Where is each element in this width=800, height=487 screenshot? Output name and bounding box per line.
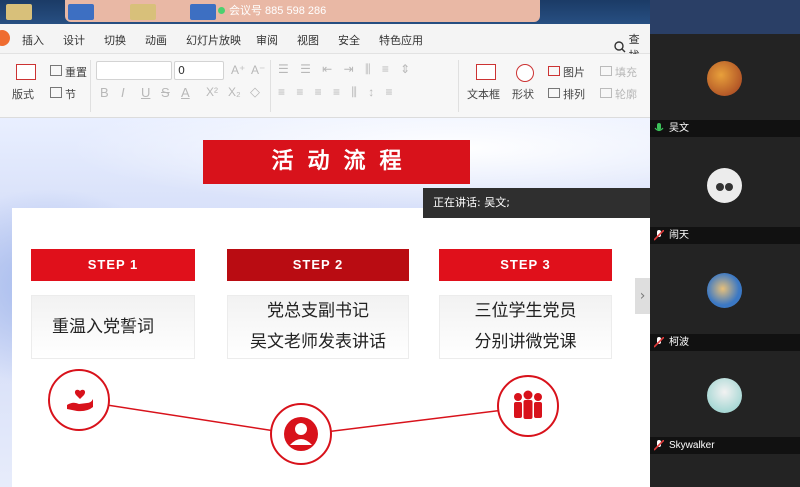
tab-design[interactable]: 设计 [63,32,85,48]
step-1-text: 重温入党誓词 [31,295,195,359]
picture-button[interactable]: 图片 [563,64,585,80]
shrink-font-icon[interactable]: A⁻ [251,63,265,77]
tab-security[interactable]: 安全 [338,32,360,48]
textbox-button[interactable]: 文本框 [467,86,500,102]
mic-muted-icon [654,440,664,451]
step-2-text: 党总支副书记 吴文老师发表讲话 [227,295,409,359]
reset-button[interactable]: 重置 [65,64,87,80]
step-3-text: 三位学生党员 分别讲微党课 [439,295,612,359]
outline-icon [600,88,612,98]
underline-button[interactable]: U [141,85,150,100]
tab-insert[interactable]: 插入 [22,32,44,48]
font-color-button[interactable]: A [181,85,190,100]
panel-header [650,0,800,34]
participant-name: 吴文 [650,120,800,137]
arrange-button[interactable]: 排列 [563,86,585,102]
ribbon-menu: 插入 设计 切换 动画 幻灯片放映 审阅 视图 安全 特色应用 查找 [0,24,650,62]
mic-icon [654,123,664,132]
search-icon [614,41,626,53]
strike-button[interactable]: S [161,85,170,100]
participant-tile[interactable] [650,137,800,227]
reset-icon [50,65,62,76]
app-icon[interactable] [68,4,94,20]
outline-button[interactable]: 轮廓 [615,86,637,102]
step-3-icon-circle [497,375,559,437]
speaking-indicator: 正在讲话: 吴文; [423,188,651,218]
speaker-person-icon [284,417,318,451]
font-size-input[interactable]: 0 [174,61,224,80]
mic-muted-icon [654,337,664,348]
meeting-id: 会议号 885 598 286 [218,2,326,18]
textbox-icon [476,64,496,80]
participant-tile[interactable] [650,34,800,120]
avatar [707,378,742,413]
tab-animation[interactable]: 动画 [145,32,167,48]
status-dot-icon [218,6,225,14]
step-3-label: STEP 3 [439,249,612,281]
folder-icon[interactable] [130,4,156,20]
avatar [707,168,742,203]
participant-name: Skywalker [650,437,800,454]
step-2-icon-circle [270,403,332,465]
ribbon-toolbar: 版式 重置 节 0 A⁺ A⁻ B I U S A X² X₂ ◇ ☰ ☰ ⇤ … [0,54,650,118]
font-name-input[interactable] [96,61,172,80]
step-1-icon-circle [48,369,110,431]
tab-transition[interactable]: 切换 [104,32,126,48]
italic-button[interactable]: I [121,85,125,100]
taskbar: 会议号 885 598 286 [0,0,650,24]
slide-canvas[interactable]: 活动流程 STEP 1 STEP 2 STEP 3 重温入党誓词 党总支副书记 … [0,118,650,487]
shape-button[interactable]: 形状 [512,86,534,102]
participant-name: 柯波 [650,334,800,351]
arrange-icon [548,88,560,98]
screen: 会议号 885 598 286 插入 设计 切换 动画 幻灯片放映 审阅 视图 … [0,0,800,487]
group-people-icon [514,390,542,419]
avatar [707,273,742,308]
tab-review[interactable]: 审阅 [256,32,278,48]
participant-tile[interactable] [650,454,800,487]
grow-font-icon[interactable]: A⁺ [231,63,245,77]
bold-button[interactable]: B [100,85,109,100]
divider [270,60,271,112]
divider [458,60,459,112]
tab-slideshow[interactable]: 幻灯片放映 [186,32,241,48]
picture-icon [548,66,560,76]
subscript-icon[interactable]: X₂ [228,85,241,99]
clear-format-icon[interactable]: ◇ [250,84,260,100]
tab-features[interactable]: 特色应用 [379,32,423,48]
folder-icon[interactable] [6,4,32,20]
step-1-label: STEP 1 [31,249,195,281]
layout-icon[interactable] [16,64,36,80]
list-icons[interactable]: ☰ ☰ ⇤ ⇥ ⫼ ≡ ⇕ [278,62,414,77]
divider [90,60,91,112]
avatar [707,61,742,96]
tab-view[interactable]: 视图 [297,32,319,48]
participant-name: 闹天 [650,227,800,244]
app-icon[interactable] [190,4,216,20]
align-icons[interactable]: ≡ ≡ ≡ ≡ ⫼ ↕ ≡ [278,85,397,100]
section-button[interactable]: 节 [65,86,76,102]
app-menu-icon[interactable] [0,30,10,46]
mic-muted-icon [654,230,664,241]
participant-tile[interactable] [650,244,800,334]
step-2-label: STEP 2 [227,249,409,281]
superscript-icon[interactable]: X² [206,85,218,99]
layout-button[interactable]: 版式 [12,86,34,102]
hand-heart-icon [67,389,93,412]
section-icon [50,87,62,98]
fill-button[interactable]: 填充 [615,64,637,80]
fill-icon [600,66,612,76]
shape-icon [516,64,534,82]
participant-tile[interactable] [650,351,800,437]
next-slide-button[interactable]: › [635,278,650,314]
